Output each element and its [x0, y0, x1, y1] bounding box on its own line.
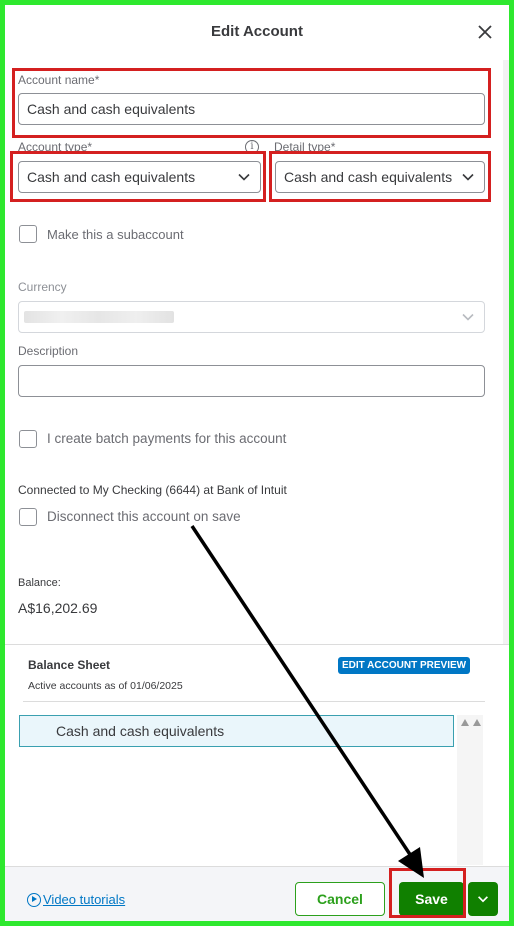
scroll-up-icon[interactable]	[473, 719, 481, 726]
video-tutorials-link[interactable]: Video tutorials	[27, 892, 125, 907]
close-icon[interactable]	[475, 22, 495, 42]
chevron-down-icon	[462, 173, 474, 181]
detail-type-value: Cash and cash equivalents	[284, 169, 453, 185]
batch-payments-checkbox[interactable]	[19, 430, 37, 448]
disconnect-label: Disconnect this account on save	[47, 509, 241, 524]
description-label: Description	[18, 344, 79, 358]
preview-account-row: Cash and cash equivalents	[19, 715, 454, 747]
subaccount-label: Make this a subaccount	[47, 227, 184, 242]
dialog-header: Edit Account	[5, 5, 509, 61]
batch-payments-label: I create batch payments for this account	[47, 431, 287, 446]
connected-bank-text: Connected to My Checking (6644) at Bank …	[18, 483, 287, 497]
dialog-title: Edit Account	[211, 23, 303, 40]
chevron-down-icon	[238, 173, 250, 181]
detail-type-label: Detail type*	[274, 140, 336, 154]
account-type-value: Cash and cash equivalents	[27, 169, 196, 185]
account-name-label: Account name*	[18, 73, 100, 87]
save-button[interactable]: Save	[399, 882, 464, 916]
preview-divider	[23, 701, 485, 702]
info-icon[interactable]: i	[245, 140, 259, 154]
edit-account-preview-badge: EDIT ACCOUNT PREVIEW	[338, 657, 471, 674]
play-circle-icon	[27, 892, 41, 907]
preview-subtitle: Active accounts as of 01/06/2025	[28, 680, 183, 692]
balance-label: Balance:	[18, 577, 61, 589]
balance-value: A$16,202.69	[18, 600, 98, 616]
account-name-value: Cash and cash equivalents	[27, 101, 196, 117]
dialog-footer: Video tutorials Cancel Save	[5, 866, 509, 921]
disconnect-checkbox[interactable]	[19, 508, 37, 526]
description-input[interactable]	[18, 365, 485, 397]
scroll-up-icon[interactable]	[461, 719, 469, 726]
account-name-input[interactable]: Cash and cash equivalents	[18, 93, 485, 125]
save-options-button[interactable]	[468, 882, 498, 916]
chevron-down-icon	[462, 313, 474, 321]
preview-title: Balance Sheet	[28, 658, 111, 672]
currency-label: Currency	[18, 280, 67, 294]
subaccount-checkbox[interactable]	[19, 225, 37, 243]
account-type-label: Account type*	[18, 140, 93, 154]
currency-value-redacted	[24, 311, 174, 323]
chevron-down-icon	[478, 896, 488, 903]
detail-type-select[interactable]: Cash and cash equivalents	[275, 161, 485, 193]
cancel-button[interactable]: Cancel	[295, 882, 385, 916]
preview-scrollbar[interactable]	[457, 715, 483, 865]
balance-sheet-preview: Balance Sheet Active accounts as of 01/0…	[5, 645, 509, 865]
account-type-select[interactable]: Cash and cash equivalents	[18, 161, 261, 193]
video-tutorials-label: Video tutorials	[43, 892, 126, 907]
